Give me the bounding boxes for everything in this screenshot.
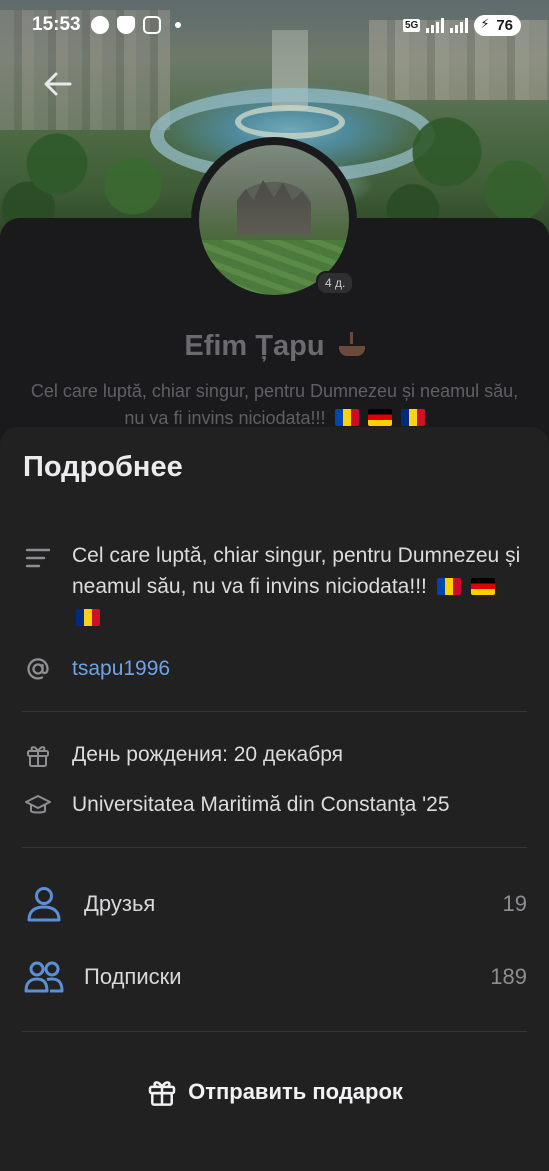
avatar-castle	[237, 179, 311, 235]
person-icon	[27, 887, 61, 922]
profile-name-text: Efim Țapu	[184, 330, 325, 362]
cover-fountain-center	[235, 105, 345, 139]
sheet-title: Подробнее	[23, 451, 183, 483]
back-arrow-icon[interactable]	[42, 68, 74, 100]
divider	[22, 847, 527, 848]
profile-bio: Cel care luptă, chiar singur, pentru Dum…	[30, 378, 519, 432]
subscriptions-label: Подписки	[84, 964, 182, 989]
story-age-badge: 4 д.	[316, 271, 355, 295]
username-link[interactable]: tsapu1996	[72, 653, 525, 684]
birthday-row: День рождения: 20 декабря	[0, 739, 549, 773]
subscriptions-row[interactable]: Подписки 189	[0, 949, 549, 1005]
birthday-text: День рождения: 20 декабря	[72, 743, 344, 766]
person-badge-icon	[116, 16, 135, 34]
signal-icon-1	[426, 17, 445, 33]
text-lines-icon	[25, 548, 51, 568]
cover-trees-left	[0, 120, 190, 230]
people-icon	[24, 961, 64, 993]
profile-name: Efim Țapu	[0, 330, 549, 363]
graduation-cap-icon	[25, 795, 51, 814]
divider	[22, 1031, 527, 1032]
cover-trees-right	[379, 100, 549, 230]
romania-flag-icon	[76, 609, 100, 626]
at-sign-icon	[27, 658, 49, 680]
friends-count: 19	[502, 891, 527, 916]
moldova-flag-icon	[436, 578, 461, 595]
about-row: Cel care luptă, chiar singur, pentru Dum…	[0, 540, 549, 640]
gift-icon	[148, 1081, 176, 1106]
battery-icon: 76	[474, 14, 521, 36]
notification-icons	[90, 16, 181, 34]
romania-flag-icon	[400, 409, 425, 426]
about-text: Cel care luptă, chiar singur, pentru Dum…	[72, 540, 525, 633]
status-time: 15:53	[32, 14, 81, 35]
send-gift-label: Отправить подарок	[188, 1079, 403, 1104]
germany-flag-icon	[367, 409, 392, 426]
network-5g-icon: 5G	[402, 18, 421, 32]
send-gift-button[interactable]: Отправить подарок	[0, 1072, 549, 1112]
profile-bio-text: Cel care luptă, chiar singur, pentru Dum…	[30, 381, 519, 428]
signal-icon-2	[450, 17, 469, 33]
education-row[interactable]: Universitatea Maritimă din Constanţa '25	[0, 789, 549, 823]
moldova-flag-icon	[334, 409, 359, 426]
education-text: Universitatea Maritimă din Constanţa '25	[72, 793, 450, 816]
more-notifications-dot-icon	[174, 22, 181, 28]
message-bubble-icon	[90, 16, 109, 34]
boat-emoji-icon	[338, 332, 365, 357]
details-sheet: Подробнее Cel care luptă, chiar singur, …	[0, 427, 549, 1171]
divider	[22, 711, 527, 712]
gift-icon	[27, 746, 49, 767]
username-row[interactable]: tsapu1996	[0, 653, 549, 687]
germany-flag-icon	[470, 578, 495, 595]
status-right: 5G 76	[402, 14, 521, 36]
instagram-icon	[142, 16, 161, 34]
subscriptions-count: 189	[490, 964, 527, 989]
friends-label: Друзья	[84, 891, 156, 916]
status-bar: 15:53 5G 76	[0, 0, 549, 50]
friends-row[interactable]: Друзья 19	[0, 876, 549, 932]
